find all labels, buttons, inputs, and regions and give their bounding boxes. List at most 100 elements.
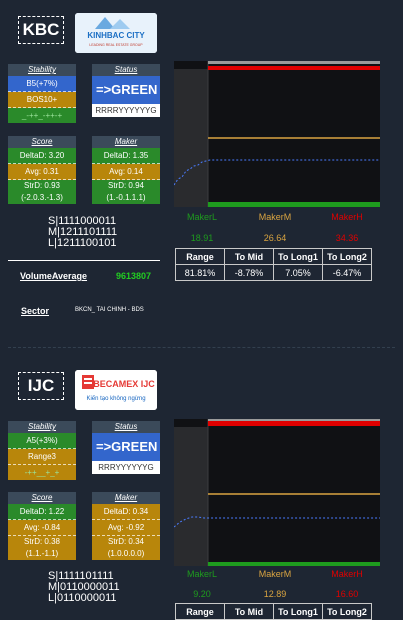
score-row: StrD: 0.38 [8,536,76,548]
chart-top-band [208,419,380,421]
maker-high-line [208,421,380,426]
value-to-mid: -8.78% [224,264,274,281]
maker-row: Avg: -0.92 [92,520,160,536]
chart-top-band [208,61,380,64]
header-to-long2: To Long2 [322,603,372,620]
maker-high-label: MakerH [331,569,363,579]
maker-box: Maker DeltaD: 0.34 Avg: -0.92 StrD: 0.34… [92,492,160,560]
sector-value: BKCN_ TAI CHINH - BDS [75,307,144,313]
status-value: =>GREEN [92,433,160,461]
sector-label: Sector [21,306,50,316]
ticker-label: IJC [18,372,64,400]
maker-high-label: MakerH [331,212,363,222]
seq-long: L|0110000011 [48,592,117,604]
maker-low-label: MakerL [186,569,217,579]
maker-row: StrD: 0.34 [92,536,160,548]
value-to-long1: 7.05% [273,264,323,281]
maker-high-line [208,66,380,70]
maker-low-line [208,202,380,207]
maker-high-value: 34.36 [335,233,359,243]
header-range: Range [175,603,225,620]
logo-text: KINHBAC CITY [87,31,145,40]
signal-sequence: S|1111000011 M|1211101111 L|1211100101 [48,216,117,249]
maker-title: Maker [114,137,138,146]
maker-row: DeltaD: 1.35 [92,148,160,164]
stability-box: Stability A5(+3%) Range3 -++__+_+ [8,421,76,480]
score-row: (1.1.-1.1) [8,548,76,560]
header-to-mid: To Mid [224,603,274,620]
logo-subtext: LEADING REAL ESTATE GROUP [89,43,143,47]
score-row: Avg: -0.84 [8,520,76,536]
score-row: StrD: 0.93 [8,180,76,192]
stats-table: Range To Mid To Long1 To Long2 [175,603,372,620]
maker-high-value: 16.60 [335,589,359,599]
maker-low-label: MakerL [186,212,217,222]
price-chart [174,61,380,207]
stock-card-ijc: IJC BECAMEX IJC Kiến tạo không ngừng Sta… [0,358,403,620]
score-title: Score [31,137,53,146]
ticker-label: KBC [18,16,64,44]
stats-table: Range To Mid To Long1 To Long2 81.81% -8… [175,248,372,281]
header-to-long1: To Long1 [273,603,323,620]
stability-title: Stability [27,422,56,431]
stability-row: B5(+7%) [8,76,76,92]
score-title: Score [31,493,53,502]
signal-sequence: S|1111101111 M|0110000011 L|0110000011 [48,571,120,604]
price-chart [174,419,380,566]
maker-row: StrD: 0.94 [92,180,160,192]
header-to-mid: To Mid [224,248,274,265]
stock-card-kbc: KBC KINHBAC CITY LEADING REAL ESTATE GRO… [0,0,403,350]
status-title: Status [114,422,138,431]
status-sequence: RRRRYYYYYYG [92,104,160,117]
status-box: Status =>GREEN RRRRYYYYYYG [92,64,160,117]
score-row: DeltaD: 1.22 [8,504,76,520]
stability-row: BOS10+ [8,92,76,108]
seq-long: L|1211100101 [48,237,117,249]
volume-label: VolumeAverage [20,271,88,281]
maker-low-line [208,562,380,566]
score-box: Score DeltaD: 3.20 Avg: 0.31 StrD: 0.93 … [8,136,76,204]
card-separator [8,347,395,348]
maker-row: (1.-0.1.1.1) [92,192,160,204]
value-range: 81.81% [175,264,225,281]
logo-subtext: Kiến tạo không ngừng [86,396,145,402]
maker-row: Avg: 0.14 [92,164,160,180]
kbc-logo-icon: KINHBAC CITY LEADING REAL ESTATE GROUP [75,13,157,53]
status-title: Status [114,65,138,74]
status-box: Status =>GREEN RRRYYYYYYG [92,421,160,474]
chart-svg [174,61,380,207]
header-to-long2: To Long2 [322,248,372,265]
maker-title: Maker [114,493,138,502]
stability-row: _-++_-++-+ [8,108,76,123]
maker-box: Maker DeltaD: 1.35 Avg: 0.14 StrD: 0.94 … [92,136,160,204]
header-to-long1: To Long1 [273,248,323,265]
maker-low-value: 9.20 [193,589,211,599]
header-range: Range [175,248,225,265]
maker-mid-value: 26.64 [263,233,287,243]
company-logo: BECAMEX IJC Kiến tạo không ngừng [75,370,157,410]
volume-value: 9613807 [116,271,152,281]
chart-svg [174,419,380,566]
value-to-long2: -6.47% [322,264,372,281]
stability-row: Range3 [8,449,76,465]
divider [8,260,160,261]
maker-mid-label: MakerM [258,569,292,579]
stability-title: Stability [27,65,56,74]
maker-row: DeltaD: 0.34 [92,504,160,520]
status-sequence: RRRYYYYYYG [92,461,160,474]
maker-mid-value: 12.89 [263,589,287,599]
score-row: (-2.0.3.-1.3) [8,192,76,204]
stability-row: A5(+3%) [8,433,76,449]
score-box: Score DeltaD: 1.22 Avg: -0.84 StrD: 0.38… [8,492,76,560]
score-row: DeltaD: 3.20 [8,148,76,164]
maker-low-value: 18.91 [190,233,214,243]
maker-mid-label: MakerM [258,212,292,222]
ijc-logo-icon: BECAMEX IJC Kiến tạo không ngừng [75,370,157,410]
company-logo: KINHBAC CITY LEADING REAL ESTATE GROUP [75,13,157,53]
stability-box: Stability B5(+7%) BOS10+ _-++_-++-+ [8,64,76,123]
status-value: =>GREEN [92,76,160,104]
maker-row: (1.0.0.0.0) [92,548,160,560]
logo-text: BECAMEX IJC [93,379,155,389]
score-row: Avg: 0.31 [8,164,76,180]
stability-row: -++__+_+ [8,465,76,480]
